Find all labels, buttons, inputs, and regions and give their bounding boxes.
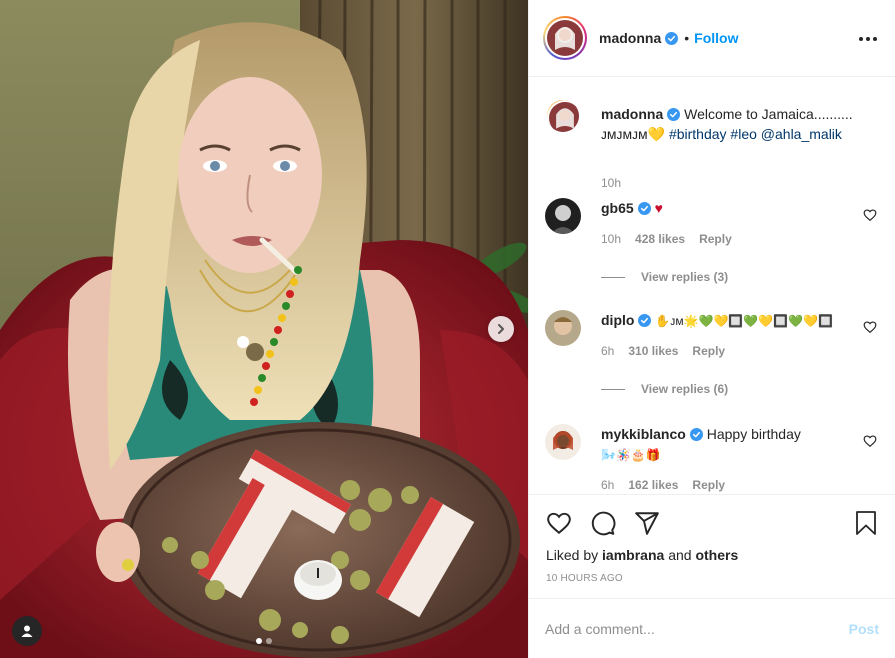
comment-body: Happy birthday — [706, 426, 801, 442]
caption-avatar[interactable] — [545, 98, 581, 134]
like-comment-heart-icon[interactable] — [863, 434, 877, 448]
caption-time[interactable]: 10h — [601, 176, 621, 190]
avatar-image — [545, 310, 581, 346]
comment-likes[interactable]: 162 likes — [628, 478, 678, 492]
liked-by-user[interactable]: iambrana — [602, 547, 664, 563]
like-button[interactable] — [545, 509, 573, 537]
share-icon — [635, 512, 659, 535]
comment-avatar[interactable] — [545, 424, 581, 460]
view-replies-label: View replies (3) — [641, 270, 729, 284]
comment-body: ♥ — [654, 200, 663, 216]
photo-scene — [0, 0, 528, 658]
post-actions: Liked by iambrana and others 10 HOURS AG… — [529, 494, 895, 598]
view-replies-button[interactable]: View replies (3) — [601, 270, 728, 284]
comment-button[interactable] — [589, 509, 617, 537]
comment-body-line2: 🌬️🪅🎂🎁 — [601, 448, 661, 462]
reply-button[interactable]: Reply — [692, 478, 725, 492]
next-photo-button[interactable] — [488, 316, 514, 342]
comment-likes[interactable]: 428 likes — [635, 232, 685, 246]
bookmark-icon — [856, 511, 876, 535]
post-comment-button[interactable]: Post — [849, 621, 879, 637]
hashtag-birthday[interactable]: #birthday — [669, 126, 727, 142]
reply-button[interactable]: Reply — [692, 344, 725, 358]
instagram-post: madonna • Follow madonna Welcome to Jama… — [0, 0, 895, 658]
share-button[interactable] — [633, 509, 661, 537]
liked-by-prefix: Liked by — [546, 547, 599, 563]
author-username[interactable]: madonna — [599, 30, 661, 46]
avatar-image — [549, 102, 579, 132]
view-replies-label: View replies (6) — [641, 382, 729, 396]
comment-input[interactable] — [545, 620, 815, 637]
comment-meta: 6h 162 likes Reply — [601, 478, 725, 492]
reply-button[interactable]: Reply — [699, 232, 732, 246]
carousel-dot — [266, 638, 272, 644]
heart-icon — [547, 512, 571, 535]
comment-avatar[interactable] — [545, 310, 581, 346]
caption-text: madonna Welcome to Jamaica.......... ᴊᴍᴊ… — [601, 104, 881, 144]
user-tag-icon — [21, 625, 33, 637]
comment-row: mykkiblanco Happy birthday 🌬️🪅🎂🎁 6h 162 … — [545, 424, 885, 494]
comment-meta: 10h 428 likes Reply — [601, 232, 732, 246]
caption-meta: 10h — [601, 176, 621, 190]
comment-username[interactable]: gb65 — [601, 200, 634, 216]
like-comment-heart-icon[interactable] — [863, 208, 877, 222]
view-replies-button[interactable]: View replies (6) — [601, 382, 728, 396]
more-options-button[interactable] — [856, 27, 880, 51]
post-header: madonna • Follow — [529, 0, 895, 77]
author-avatar[interactable] — [543, 16, 587, 60]
caption-body: Welcome to Jamaica.......... — [684, 106, 853, 122]
comment-meta: 6h 310 likes Reply — [601, 344, 725, 358]
avatar-image — [545, 424, 581, 460]
save-button[interactable] — [852, 509, 880, 537]
follow-separator: • — [684, 30, 690, 46]
post-side-panel: madonna • Follow madonna Welcome to Jama… — [528, 0, 895, 658]
follow-button[interactable]: Follow — [694, 30, 738, 46]
verified-badge-icon — [667, 108, 681, 121]
avatar-image — [547, 20, 583, 56]
caption-row: madonna Welcome to Jamaica.......... ᴊᴍᴊ… — [545, 98, 885, 190]
comment-likes[interactable]: 310 likes — [628, 344, 678, 358]
avatar-image — [545, 198, 581, 234]
verified-badge-icon — [689, 428, 703, 441]
comment-text: gb65 ♥ — [601, 198, 851, 218]
add-comment-bar: Post — [529, 598, 895, 658]
comment-text: diplo ✋ᴊᴍ🌟💚💛🔲💚💛🔲💚💛🔲 — [601, 310, 861, 331]
mention-ahla-malik[interactable]: @ahla_malik — [761, 126, 842, 142]
caption-line2: ᴊᴍᴊᴍᴊᴍ💛 — [601, 126, 666, 142]
comment-icon — [591, 511, 616, 536]
carousel-dots — [0, 638, 528, 644]
comment-username[interactable]: mykkiblanco — [601, 426, 686, 442]
chevron-right-icon — [498, 324, 504, 334]
comment-body: ✋ᴊᴍ🌟💚💛🔲💚💛🔲💚💛🔲 — [655, 314, 834, 328]
caption-username[interactable]: madonna — [601, 106, 663, 122]
comment-avatar[interactable] — [545, 198, 581, 234]
comments-list[interactable]: madonna Welcome to Jamaica.......... ᴊᴍᴊ… — [529, 78, 895, 494]
liked-by-others[interactable]: others — [695, 547, 738, 563]
comment-time[interactable]: 6h — [601, 478, 614, 492]
carousel-dot-active — [256, 638, 262, 644]
verified-badge-icon — [638, 314, 652, 327]
liked-by: Liked by iambrana and others — [546, 547, 738, 563]
like-comment-heart-icon[interactable] — [863, 320, 877, 334]
more-horizontal-icon — [859, 37, 877, 41]
comment-time[interactable]: 6h — [601, 344, 614, 358]
verified-badge-icon — [665, 31, 679, 45]
post-photo[interactable] — [0, 0, 528, 658]
comment-username[interactable]: diplo — [601, 312, 634, 328]
comment-text: mykkiblanco Happy birthday 🌬️🪅🎂🎁 — [601, 424, 851, 465]
liked-by-conj: and — [668, 547, 692, 563]
verified-badge-icon — [637, 202, 651, 215]
comment-time[interactable]: 10h — [601, 232, 621, 246]
hashtag-leo[interactable]: #leo — [730, 126, 756, 142]
post-timestamp[interactable]: 10 HOURS AGO — [546, 573, 623, 584]
